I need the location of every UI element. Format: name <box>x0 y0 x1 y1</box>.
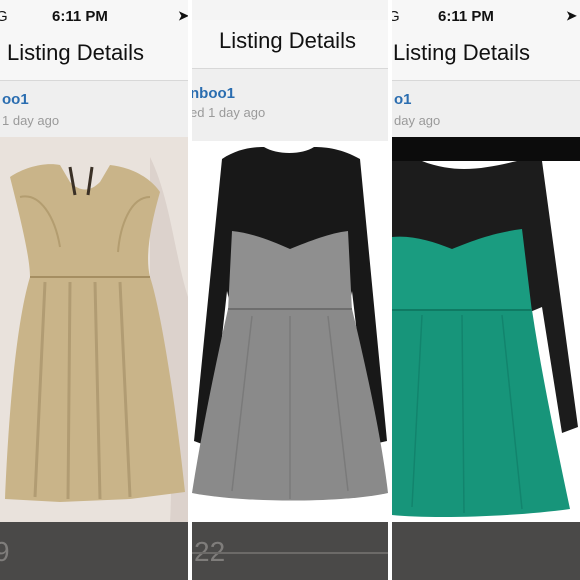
seller-username[interactable]: oo1 <box>2 91 29 108</box>
price-strikethrough <box>192 552 388 554</box>
seller-row[interactable]: o1 day ago <box>392 81 580 137</box>
page-title: Listing Details <box>7 40 144 65</box>
page-title: Listing Details <box>393 40 530 65</box>
listing-photo[interactable] <box>192 141 388 522</box>
posted-time: day ago <box>394 113 441 128</box>
dress-photo-teal <box>392 137 580 522</box>
posted-time: ed 1 day ago <box>192 105 266 120</box>
price-bar <box>392 522 580 580</box>
listing-price: 9 <box>0 536 10 567</box>
status-bar: G 6:11 PM ➤ <box>0 0 188 30</box>
carrier-label: G <box>0 8 8 25</box>
dress-photo-gold <box>0 137 188 522</box>
price-bar: 22 <box>192 522 388 580</box>
listing-screen-gray-dress: Listing Details nboo1 ed 1 day ago 22 <box>192 0 388 580</box>
listing-screen-gold-dress: G 6:11 PM ➤ Listing Details oo1 1 day ag… <box>0 0 188 580</box>
nav-bar: Listing Details <box>392 30 580 81</box>
listing-photo[interactable] <box>0 137 188 522</box>
dress-photo-gray <box>192 141 388 522</box>
location-arrow-icon: ➤ <box>178 8 188 23</box>
price-bar: 9 <box>0 522 188 580</box>
seller-username[interactable]: nboo1 <box>192 85 235 102</box>
screenshot-collage: G 6:11 PM ➤ Listing Details oo1 1 day ag… <box>0 0 580 580</box>
listing-photo[interactable] <box>392 137 580 522</box>
seller-row[interactable]: nboo1 ed 1 day ago <box>192 69 388 141</box>
location-arrow-icon: ➤ <box>566 8 577 23</box>
page-title: Listing Details <box>219 28 356 53</box>
seller-row[interactable]: oo1 1 day ago <box>0 81 188 137</box>
carrier-label: G <box>392 8 400 25</box>
seller-username[interactable]: o1 <box>394 91 412 108</box>
status-time: 6:11 PM <box>438 8 494 25</box>
status-bar: G 6:11 PM ➤ <box>392 0 580 30</box>
listing-screen-teal-dress: G 6:11 PM ➤ Listing Details o1 day ago <box>392 0 580 580</box>
posted-time: 1 day ago <box>2 113 60 128</box>
status-time: 6:11 PM <box>52 8 108 25</box>
nav-bar: Listing Details <box>192 20 388 69</box>
nav-bar: Listing Details <box>0 30 188 81</box>
